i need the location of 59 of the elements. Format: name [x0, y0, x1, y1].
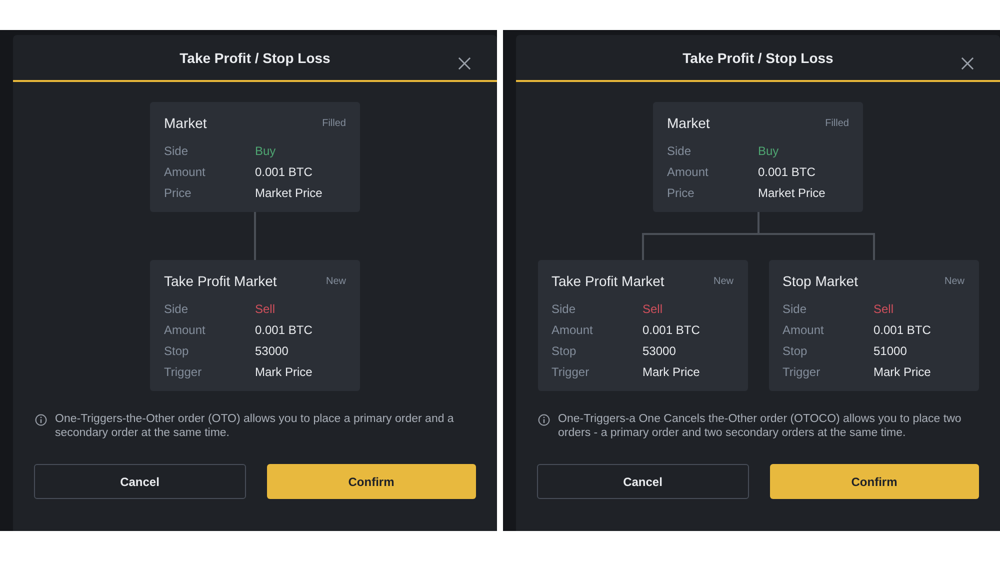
- order-type: Market: [164, 115, 207, 131]
- order-type: Take Profit Market: [552, 273, 664, 289]
- field-label: Stop: [782, 344, 808, 358]
- dialog-title: Take Profit / Stop Loss: [682, 50, 834, 66]
- field-label: Stop: [552, 344, 578, 358]
- field-value: 0.001 BTC: [758, 164, 816, 178]
- cancel-button[interactable]: Cancel: [537, 464, 748, 499]
- order-status: Filled: [825, 118, 849, 128]
- field-value: Buy: [758, 144, 779, 158]
- field-value: Sell: [642, 302, 663, 316]
- field-label: Trigger: [782, 364, 822, 378]
- order-status: New: [944, 276, 964, 286]
- order-type: Take Profit Market: [164, 273, 277, 289]
- field-label: Amount: [782, 322, 825, 336]
- field-label: Side: [782, 302, 808, 316]
- field-label: Trigger: [164, 364, 203, 378]
- info-text: One-Triggers-a One Cancels the-Other order (OTOCO) allows you to place two orders - a primary order and two secondary orders at the same time.: [558, 412, 962, 440]
- field-value: 0.001 BTC: [255, 164, 312, 178]
- field-label: Side: [164, 144, 190, 158]
- close-icon[interactable]: [458, 57, 471, 70]
- field-value: Mark Price: [874, 364, 931, 378]
- field-value: Buy: [255, 144, 276, 158]
- field-value: 0.001 BTC: [874, 322, 931, 336]
- field-label: Price: [667, 186, 696, 200]
- info-icon: [538, 414, 550, 426]
- field-value: 53000: [255, 344, 288, 358]
- field-label: Stop: [164, 344, 190, 358]
- field-value: 0.001 BTC: [642, 322, 700, 336]
- connector-line: [254, 212, 256, 260]
- info-icon: [35, 414, 47, 426]
- order-type: Market: [667, 115, 710, 131]
- field-value: 53000: [642, 344, 676, 358]
- cancel-button[interactable]: Cancel: [34, 464, 246, 499]
- field-value: Market Price: [758, 186, 826, 200]
- field-label: Trigger: [552, 364, 590, 378]
- field-label: Amount: [164, 164, 206, 178]
- field-value: Mark Price: [642, 364, 700, 378]
- order-status: New: [326, 276, 346, 286]
- field-label: Side: [667, 144, 692, 158]
- confirm-button[interactable]: Confirm: [266, 464, 476, 499]
- field-value: Sell: [255, 302, 276, 316]
- field-value: Mark Price: [255, 364, 312, 378]
- order-type: Stop Market: [782, 273, 858, 289]
- close-icon[interactable]: [961, 57, 974, 70]
- order-status: Filled: [322, 118, 346, 128]
- confirm-button[interactable]: Confirm: [770, 464, 979, 499]
- dialog-title: Take Profit / Stop Loss: [180, 50, 330, 66]
- field-label: Amount: [164, 322, 206, 336]
- field-value: Market Price: [255, 186, 322, 200]
- field-label: Side: [164, 302, 190, 316]
- field-value: Sell: [874, 302, 894, 316]
- field-label: Side: [552, 302, 577, 316]
- info-text: One-Triggers-the-Other order (OTO) allows you to place a primary order and a secondary order at the same time.: [55, 412, 455, 440]
- field-label: Price: [164, 186, 192, 200]
- field-value: 51000: [874, 344, 907, 358]
- order-status: New: [713, 276, 734, 286]
- field-value: 0.001 BTC: [255, 322, 312, 336]
- field-label: Amount: [552, 322, 594, 336]
- field-label: Amount: [667, 164, 710, 178]
